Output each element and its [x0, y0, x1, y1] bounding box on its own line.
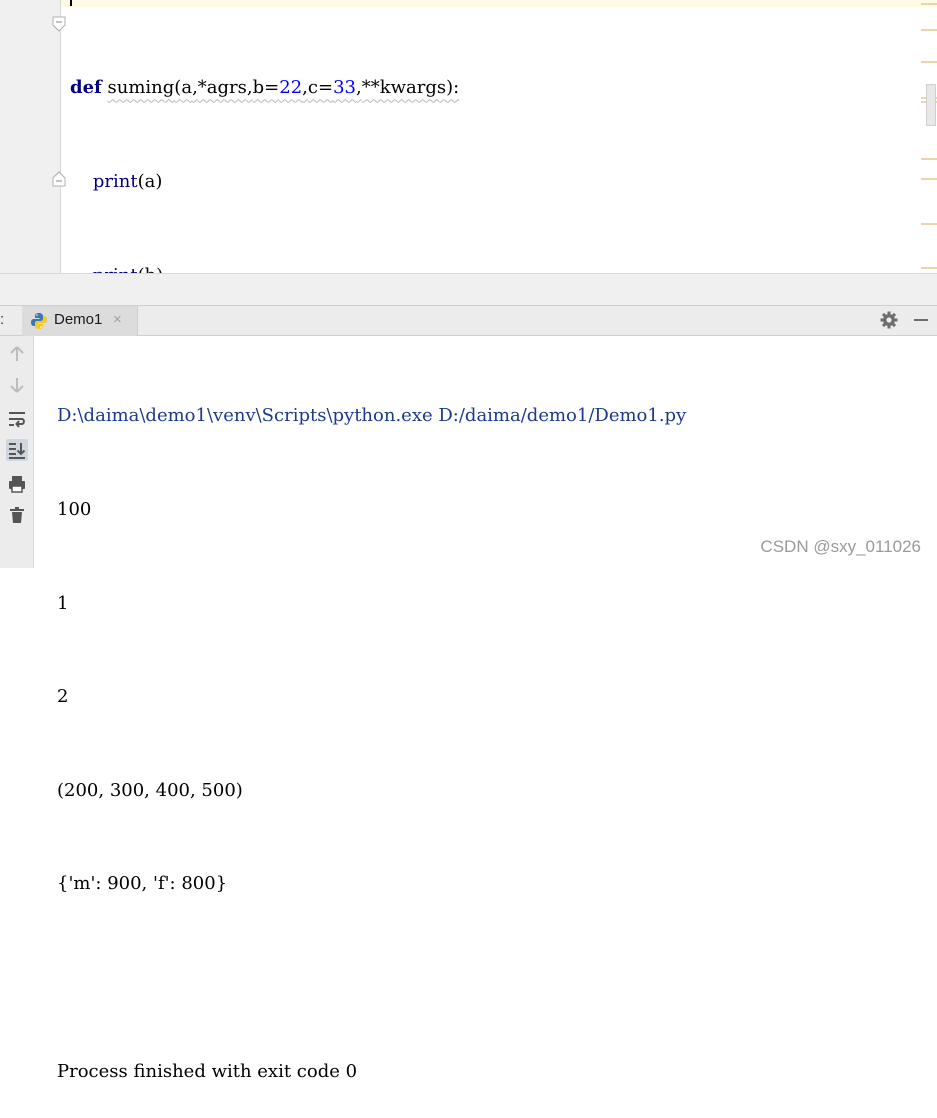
- error-stripe[interactable]: [921, 0, 937, 273]
- scroll-to-end-icon[interactable]: [6, 439, 28, 461]
- print-arg: a: [144, 171, 156, 192]
- stripe-mark[interactable]: [921, 223, 937, 225]
- code-content[interactable]: def suming(a,*agrs,b=22,c=33,**kwargs): …: [70, 10, 566, 273]
- code-editor[interactable]: def suming(a,*agrs,b=22,c=33,**kwargs): …: [0, 0, 937, 273]
- console-output-line: 2: [57, 686, 69, 708]
- builtin-print: print: [93, 265, 138, 273]
- keyword-def: def: [70, 77, 102, 99]
- console-output-line: 100: [57, 499, 92, 521]
- trash-icon[interactable]: [6, 504, 28, 526]
- minimize-icon[interactable]: [912, 311, 930, 329]
- current-line-highlight: [61, 0, 937, 7]
- soft-wrap-icon[interactable]: [6, 408, 28, 430]
- code-line-print: print(b): [70, 260, 566, 273]
- fold-open-icon[interactable]: [52, 16, 66, 32]
- arrow-up-icon[interactable]: [6, 343, 28, 365]
- editor-gutter: [0, 0, 61, 273]
- builtin-print: print: [92, 171, 138, 192]
- tab-label: Demo1: [54, 311, 103, 328]
- param-a: a: [181, 77, 193, 99]
- watermark-text: CSDN @sxy_011026: [760, 537, 921, 556]
- console-output-line: 1: [57, 592, 69, 614]
- stripe-mark[interactable]: [921, 178, 937, 180]
- gear-icon[interactable]: [879, 310, 899, 330]
- param-c: c=: [307, 77, 334, 99]
- stripe-mark[interactable]: [921, 3, 937, 5]
- console-exit-line: Process finished with exit code 0: [57, 1060, 358, 1082]
- text-caret: [70, 0, 72, 6]
- fold-end-icon[interactable]: [52, 171, 66, 187]
- editor-scrollbar-thumb[interactable]: [926, 84, 936, 126]
- param-agrs: *agrs: [197, 77, 247, 99]
- default-c: 33: [333, 77, 356, 99]
- run-tab-bar: : Demo1 ×: [0, 305, 937, 336]
- code-line-print: print(a): [92, 171, 163, 192]
- console-output-line: {'m': 900, 'f': 800}: [57, 873, 228, 895]
- stripe-mark[interactable]: [921, 61, 937, 63]
- signature-end: ):: [446, 77, 460, 99]
- param-kwargs: **kwargs: [361, 77, 447, 99]
- stripe-mark[interactable]: [921, 29, 937, 31]
- run-toolbar: [0, 336, 34, 568]
- code-line-def: def suming(a,*agrs,b=22,c=33,**kwargs):: [70, 72, 566, 103]
- print-arg: b: [145, 265, 157, 273]
- arrow-down-icon[interactable]: [6, 374, 28, 396]
- print-icon[interactable]: [6, 473, 28, 495]
- tab-bar-prefix: :: [0, 311, 5, 328]
- tab-demo1[interactable]: Demo1 ×: [22, 306, 138, 336]
- stripe-mark[interactable]: [921, 158, 937, 160]
- function-signature: suming(a,*agrs,b=22,c=33,**kwargs):: [107, 77, 460, 99]
- console-output-line: (200, 300, 400, 500): [57, 779, 243, 801]
- param-b: b=: [252, 77, 280, 99]
- default-b: 22: [279, 77, 303, 99]
- function-name: suming: [107, 77, 175, 99]
- python-icon: [31, 313, 47, 329]
- close-tab-icon[interactable]: ×: [113, 311, 122, 328]
- stripe-mark[interactable]: [921, 267, 937, 269]
- console-output[interactable]: D:\daima\demo1\venv\Scripts\python.exe D…: [57, 338, 686, 1118]
- console-command-line: D:\daima\demo1\venv\Scripts\python.exe D…: [57, 405, 687, 427]
- panel-splitter[interactable]: [0, 273, 937, 306]
